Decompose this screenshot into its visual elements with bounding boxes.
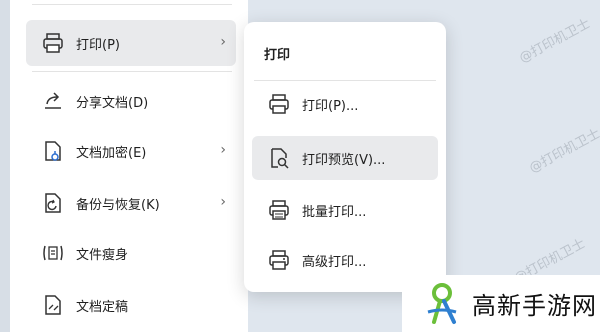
- batch-print-icon: [266, 197, 292, 223]
- menu-item-share[interactable]: 分享文档(D): [26, 78, 236, 124]
- menu-item-label: 文档定稿: [76, 299, 129, 315]
- menu-item-encrypt[interactable]: 文档加密(E) ›: [26, 128, 236, 174]
- menu-divider: [32, 71, 232, 72]
- submenu-title: 打印: [264, 48, 291, 63]
- submenu-item-print-preview[interactable]: 打印预览(V)...: [252, 136, 438, 180]
- menu-item-label: 分享文档(D): [76, 95, 149, 111]
- menu-item-backup[interactable]: 备份与恢复(K) ›: [26, 180, 236, 226]
- menu-item-slim[interactable]: 文件瘦身: [26, 230, 236, 276]
- file-menu: 打印(P) › 分享文档(D) 文档加密(E) › 备份与恢复(K) › 文件瘦…: [10, 0, 248, 332]
- printer-icon: [266, 91, 292, 117]
- print-submenu: 打印 打印(P)... 打印预览(V)... 批量打印... 高级打印...: [244, 22, 446, 292]
- submenu-item-label: 批量打印...: [302, 204, 367, 220]
- advanced-print-icon: [266, 247, 292, 273]
- site-brand: 高新手游网: [402, 275, 600, 332]
- menu-item-finalize[interactable]: 文档定稿: [26, 282, 236, 328]
- brand-name: 高新手游网: [472, 292, 597, 320]
- menu-divider: [32, 4, 232, 5]
- submenu-item-label: 打印预览(V)...: [302, 152, 386, 168]
- menu-item-label: 打印(P): [76, 37, 120, 53]
- menu-item-label: 备份与恢复(K): [76, 197, 160, 213]
- watermark: @打印机卫士: [526, 126, 600, 177]
- menu-item-label: 文件瘦身: [76, 247, 129, 263]
- encrypt-document-icon: [40, 138, 66, 164]
- submenu-item-batch-print[interactable]: 批量打印...: [252, 188, 438, 232]
- chevron-right-icon: ›: [220, 34, 226, 50]
- submenu-item-label: 高级打印...: [302, 254, 367, 270]
- share-icon: [40, 88, 66, 114]
- print-preview-icon: [266, 145, 292, 171]
- chevron-right-icon: ›: [220, 142, 226, 158]
- menu-item-print[interactable]: 打印(P) ›: [26, 20, 236, 66]
- brand-logo-icon: [422, 282, 462, 326]
- submenu-item-print[interactable]: 打印(P)...: [252, 82, 438, 126]
- compress-file-icon: [40, 240, 66, 266]
- menu-item-label: 文档加密(E): [76, 145, 147, 161]
- chevron-right-icon: ›: [220, 194, 226, 210]
- submenu-divider: [254, 80, 436, 81]
- submenu-item-label: 打印(P)...: [302, 98, 359, 114]
- window-edge: [0, 0, 10, 332]
- finalize-document-icon: [40, 292, 66, 318]
- backup-restore-icon: [40, 190, 66, 216]
- watermark: @打印机卫士: [516, 16, 593, 67]
- printer-icon: [40, 30, 66, 56]
